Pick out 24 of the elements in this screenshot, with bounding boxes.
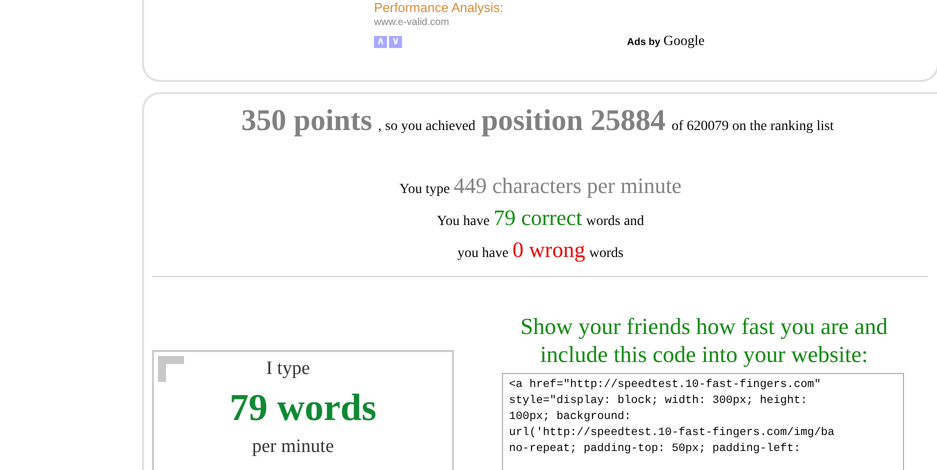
badge-text: I type xyxy=(265,358,311,380)
ad-url[interactable]: www.e-valid.com xyxy=(374,17,937,28)
stat-label: words xyxy=(589,246,624,261)
stat-value: 79 correct xyxy=(494,205,582,230)
embed-code-field[interactable]: <a href="http://speedtest.10-fast-fingers.com" style="display: block; width: 300px; height: 100px; background: url('http://speedtest.10-fast-fingers.com/img/ba no-repeat; padding-top: 50px; padding-left: xyxy=(502,373,904,470)
stat-label: You type xyxy=(399,182,450,197)
stat-label: words and xyxy=(586,214,644,229)
points-value: 350 points xyxy=(241,104,372,137)
google-label: Google xyxy=(663,34,705,50)
stat-label: You have xyxy=(436,214,490,229)
share-heading: Show your friends how fast you are and include this code into your website: xyxy=(519,313,889,369)
ads-by-label: Ads by xyxy=(627,37,660,48)
corner-icon xyxy=(158,356,184,382)
stat-value: 449 characters per minute xyxy=(454,173,682,198)
stat-label: you have xyxy=(458,246,508,261)
ad-nav-button[interactable]: ∧ xyxy=(374,36,387,48)
badge-words: 79 words xyxy=(228,386,378,430)
position-value: position 25884 xyxy=(481,104,666,137)
stat-value: 0 wrong xyxy=(512,237,586,262)
ranking-text: of 620079 on the ranking list xyxy=(672,119,834,134)
ad-headline[interactable]: Performance Analysis: xyxy=(374,0,937,15)
achieved-text: , so you achieved xyxy=(378,119,476,134)
badge-text: per minute xyxy=(251,436,335,458)
ad-nav-button[interactable]: ∨ xyxy=(389,36,402,48)
